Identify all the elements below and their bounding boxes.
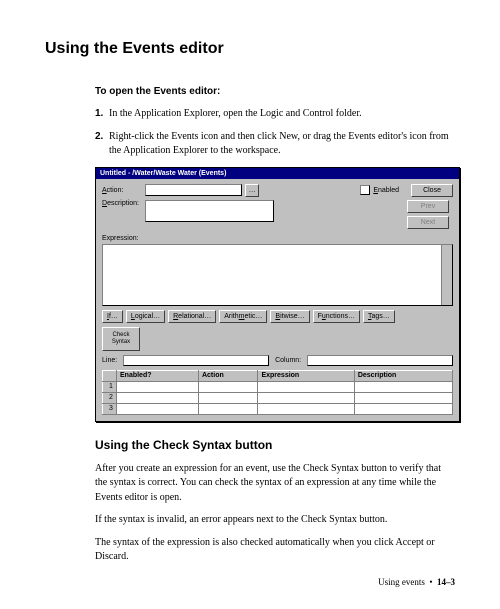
check-syntax-button[interactable]: Check Syntax [102, 327, 140, 351]
scrollbar[interactable] [441, 245, 452, 305]
main-content: To open the Events editor: 1. In the App… [95, 86, 455, 565]
events-editor-dialog: Untitled - /Water/Waste Water (Events) A… [95, 167, 460, 422]
arithmetic-button[interactable]: Arithmetic… [219, 310, 267, 323]
page-heading: Using the Events editor [45, 40, 455, 58]
dialog-titlebar: Untitled - /Water/Waste Water (Events) [96, 168, 459, 179]
next-button[interactable]: Next [407, 216, 449, 229]
table-corner [103, 370, 117, 381]
line-label: Line: [102, 357, 117, 364]
row-header: 2 [103, 392, 117, 403]
close-button[interactable]: Close [411, 184, 453, 197]
enabled-checkbox[interactable] [360, 185, 370, 195]
if-button[interactable]: If… [102, 310, 123, 323]
tags-button[interactable]: Tags… [363, 310, 395, 323]
page-footer: Using events • 14–3 [378, 577, 455, 587]
step-1: 1. In the Application Explorer, open the… [95, 107, 455, 122]
col-action: Action [198, 370, 258, 381]
table-row[interactable]: 1 [103, 381, 453, 392]
paragraph: The syntax of the expression is also che… [95, 536, 455, 565]
step-number: 2. [95, 130, 103, 145]
description-input[interactable] [145, 200, 274, 222]
row-header: 1 [103, 381, 117, 392]
col-enabled: Enabled? [117, 370, 199, 381]
table-row[interactable]: 3 [103, 403, 453, 414]
step-number: 1. [95, 107, 103, 122]
action-browse-button[interactable]: … [245, 184, 259, 197]
dialog-body: Action: … Enabled Close Description: Pre… [96, 179, 459, 421]
action-input[interactable] [145, 184, 242, 196]
bitwise-button[interactable]: Bitwise… [270, 310, 309, 323]
expression-label: Expression: [102, 235, 453, 242]
section-heading: Using the Check Syntax button [95, 438, 455, 452]
col-description: Description [354, 370, 452, 381]
column-label: Column: [275, 357, 301, 364]
action-label: Action: [102, 187, 142, 194]
relational-button[interactable]: Relational… [168, 310, 216, 323]
expression-input[interactable] [102, 244, 453, 306]
step-text: Right-click the Events icon and then cli… [109, 131, 449, 157]
paragraph: If the syntax is invalid, an error appea… [95, 513, 455, 528]
enabled-label: Enabled [373, 187, 399, 194]
row-header: 3 [103, 403, 117, 414]
description-label: Description: [102, 200, 142, 207]
prev-button[interactable]: Prev [407, 200, 449, 213]
functions-button[interactable]: Functions… [313, 310, 360, 323]
logical-button[interactable]: Logical… [126, 310, 165, 323]
table-row[interactable]: 2 [103, 392, 453, 403]
col-expression: Expression [258, 370, 354, 381]
footer-text: Using events [378, 577, 425, 587]
column-value [307, 355, 453, 366]
page-number: 14–3 [437, 577, 455, 587]
procedure-title: To open the Events editor: [95, 86, 455, 97]
step-text: In the Application Explorer, open the Lo… [109, 108, 362, 119]
step-2: 2. Right-click the Events icon and then … [95, 130, 455, 159]
line-value [123, 355, 269, 366]
footer-separator: • [429, 577, 432, 587]
paragraph: After you create an expression for an ev… [95, 462, 455, 506]
events-table: Enabled? Action Expression Description 1… [102, 370, 453, 415]
